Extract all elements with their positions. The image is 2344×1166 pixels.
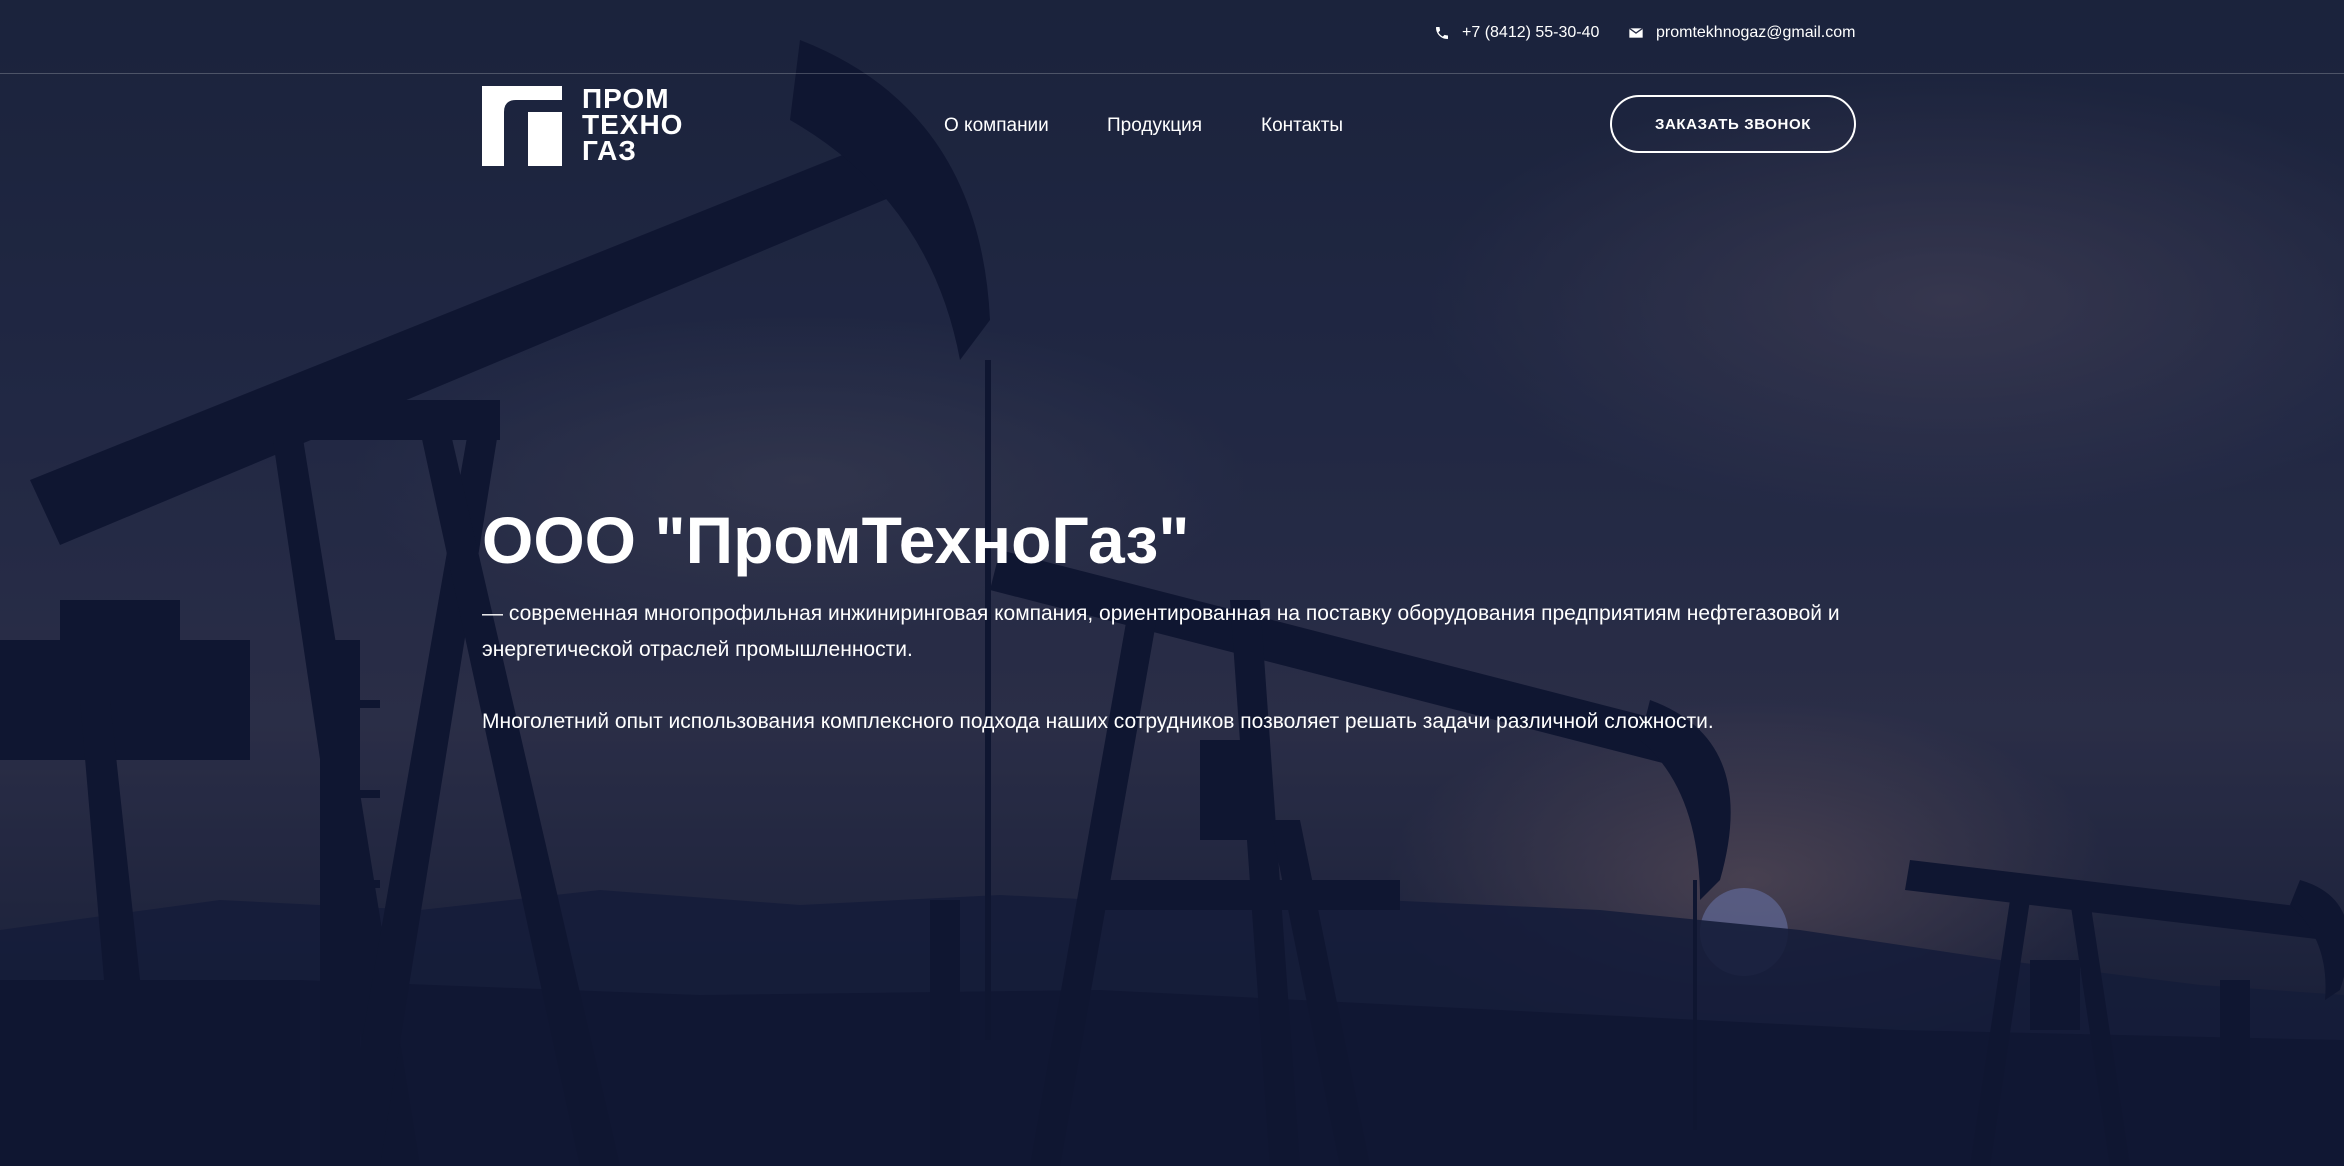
envelope-icon: [1628, 27, 1644, 38]
email-address: promtekhnogaz@gmail.com: [1656, 24, 1856, 41]
nav-item-contacts[interactable]: Контакты: [1261, 115, 1343, 137]
phone-contact[interactable]: +7 (8412) 55-30-40: [1434, 24, 1599, 42]
logo-mark-icon: [482, 86, 562, 166]
phone-number: +7 (8412) 55-30-40: [1462, 24, 1600, 41]
top-contact-bar: +7 (8412) 55-30-40 promtekhnogaz@gmail.c…: [0, 0, 2344, 74]
phone-icon: [1436, 27, 1448, 39]
dark-overlay: [0, 0, 2344, 1166]
logo-wordmark: ПРОМ ТЕХНО ГАЗ: [582, 85, 683, 166]
hero-experience-text: Многолетний опыт использования комплексн…: [482, 710, 1714, 733]
nav-item-products[interactable]: Продукция: [1107, 115, 1202, 137]
nav-item-about[interactable]: О компании: [944, 115, 1049, 137]
hero-background: [0, 0, 2344, 1166]
order-call-button[interactable]: ЗАКАЗАТЬ ЗВОНОК: [1610, 95, 1856, 153]
hero-title: ООО "ПромТехноГаз": [482, 503, 1190, 577]
logo-line-3: ГАЗ: [582, 135, 637, 166]
email-contact[interactable]: promtekhnogaz@gmail.com: [1628, 24, 1855, 42]
company-logo[interactable]: ПРОМ ТЕХНО ГАЗ: [482, 85, 683, 166]
hero-description: — современная многопрофильная инжиниринг…: [482, 602, 1840, 661]
